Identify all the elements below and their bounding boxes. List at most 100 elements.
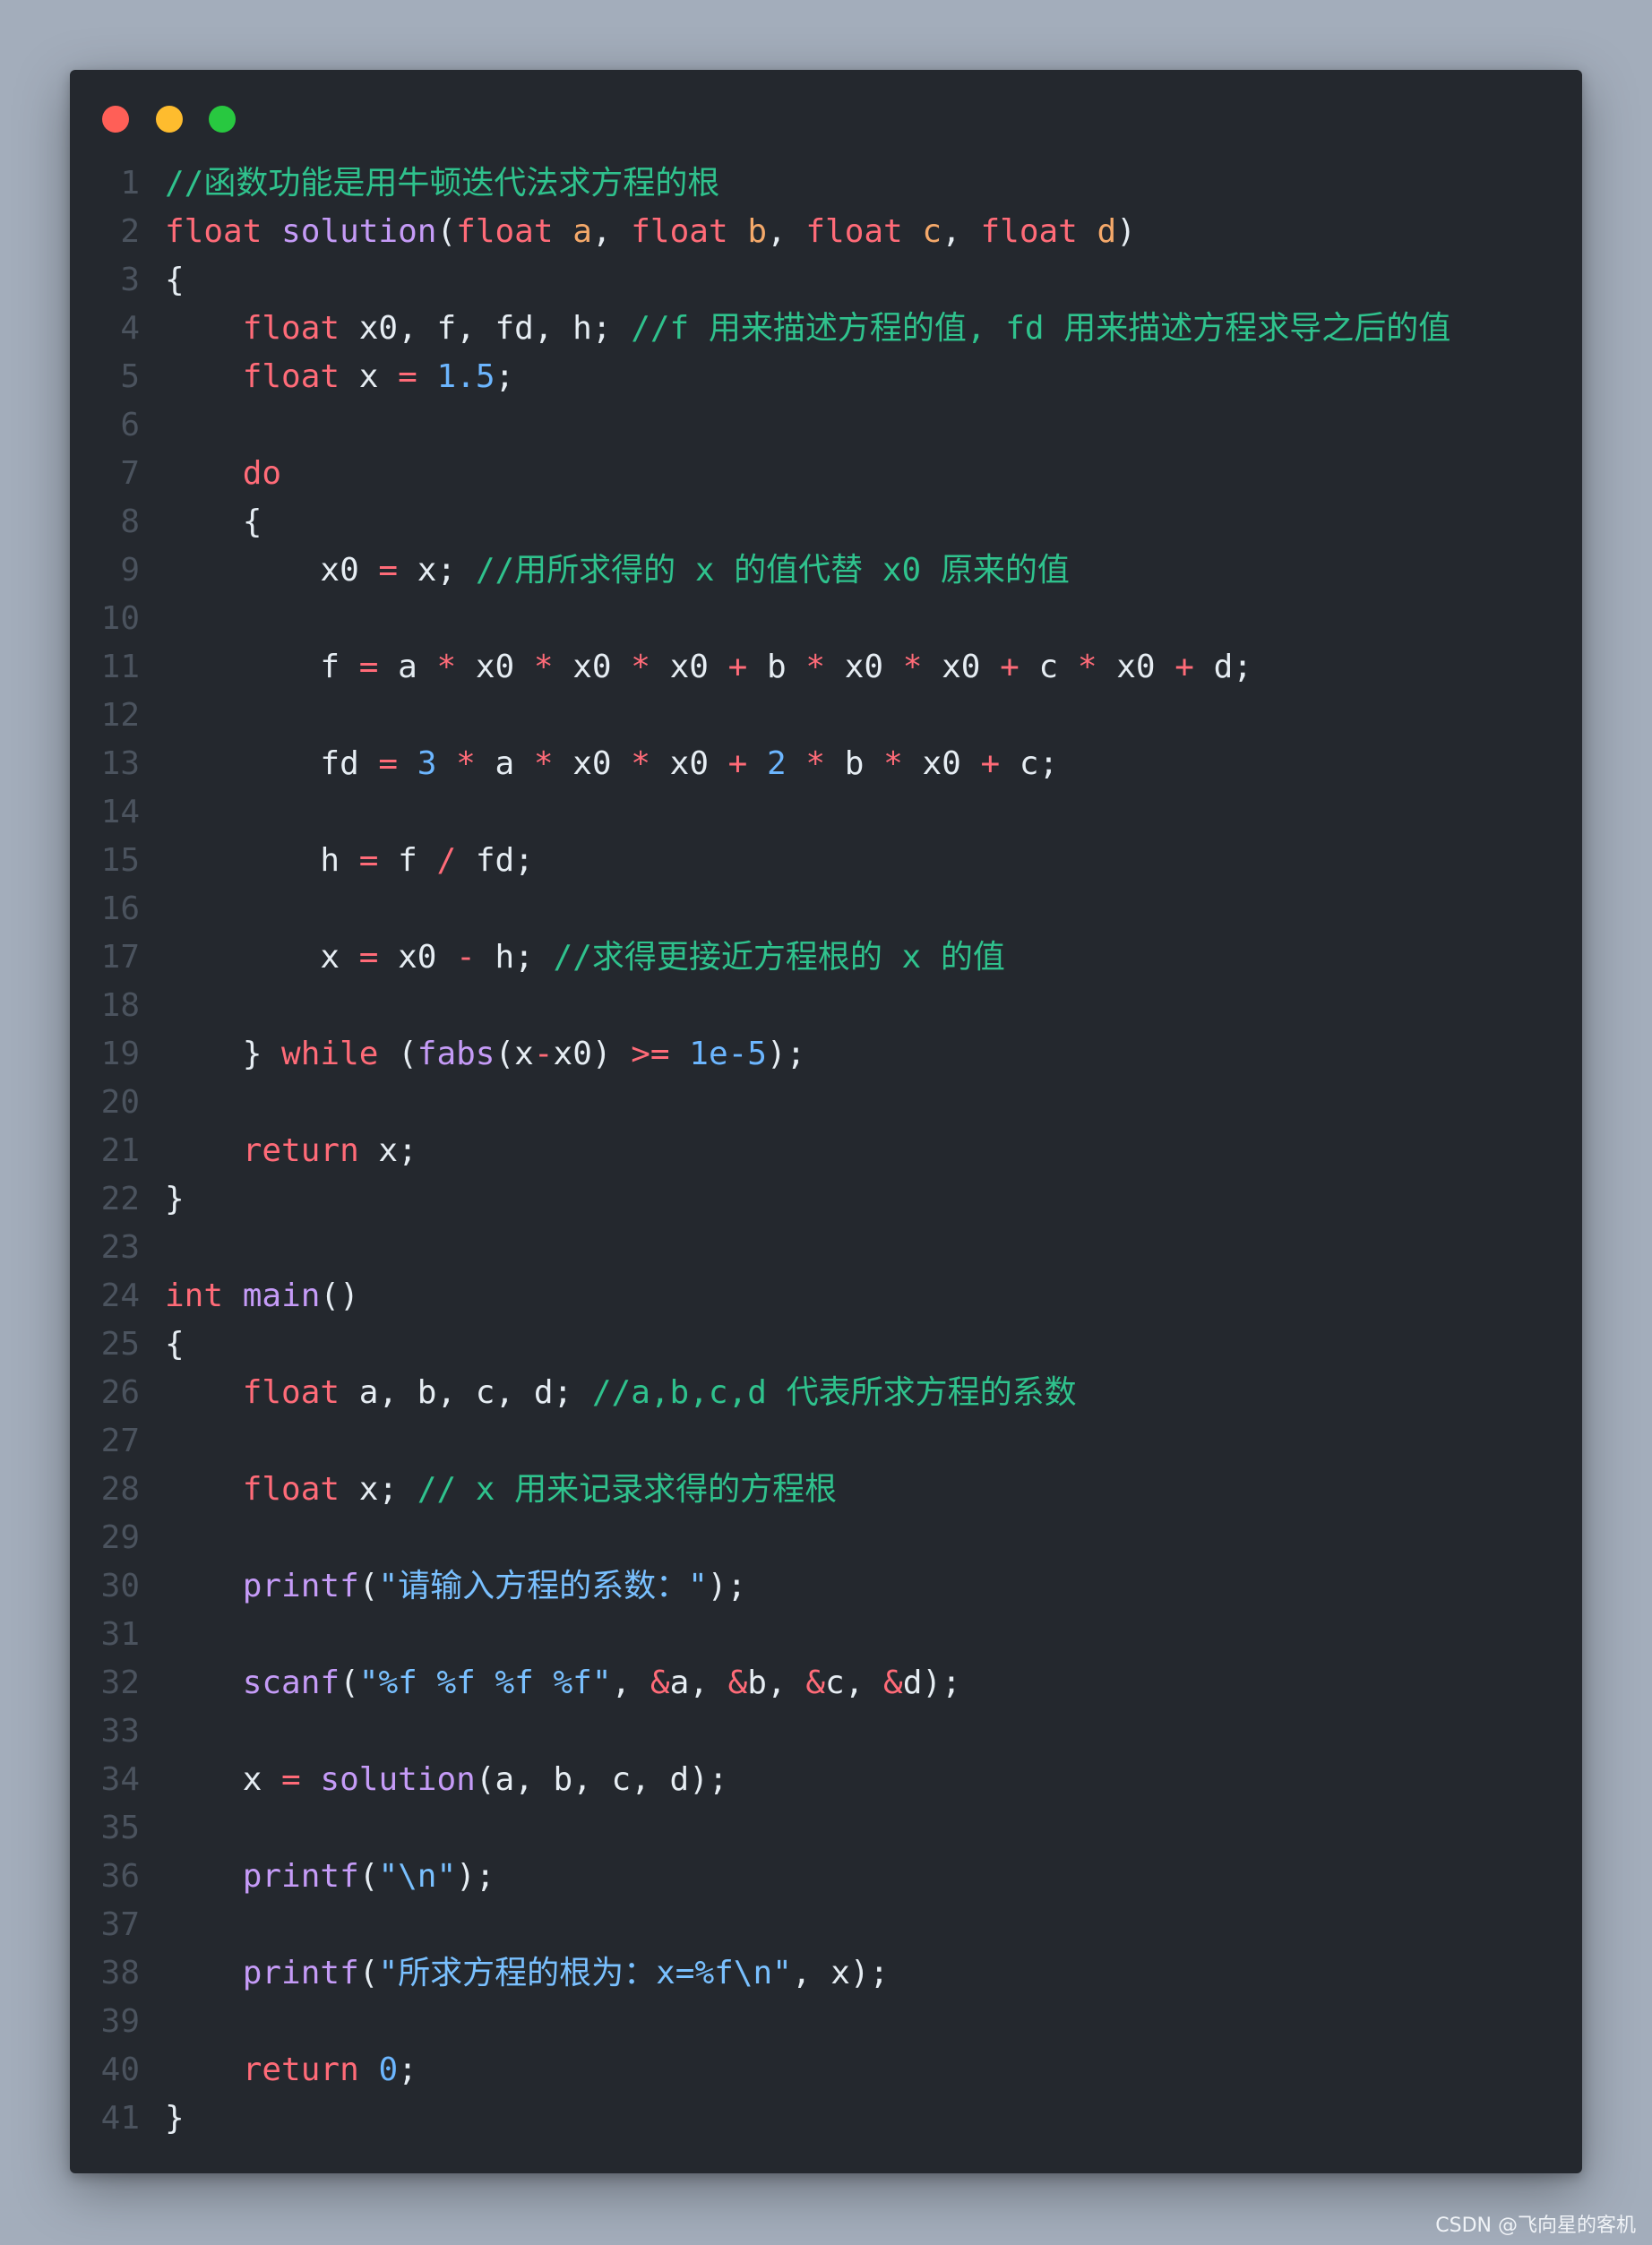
code-line: 36 printf("\n"); <box>70 1853 1582 1901</box>
code-token: x0 <box>553 649 632 685</box>
code-line: 29 <box>70 1514 1582 1562</box>
line-source: printf("请输入方程的系数："); <box>165 1568 746 1604</box>
code-token: * <box>902 649 923 685</box>
code-line: 26 float a, b, c, d; //a,b,c,d 代表所求方程的系数 <box>70 1369 1582 1417</box>
code-line: 14 <box>70 788 1582 837</box>
code-token: 3 <box>417 745 437 782</box>
code-token: scanf <box>242 1664 340 1701</box>
code-token: d); <box>902 1664 961 1701</box>
line-number: 11 <box>100 649 140 685</box>
code-token: >= <box>631 1036 670 1072</box>
code-token: * <box>1077 649 1097 685</box>
code-token: , <box>611 1664 650 1701</box>
code-token: f <box>378 842 437 879</box>
code-line: 34 x = solution(a, b, c, d); <box>70 1756 1582 1804</box>
line-number: 36 <box>100 1858 140 1895</box>
code-token: & <box>650 1664 670 1701</box>
code-token: //求得更接近方程根的 x 的值 <box>553 939 1005 976</box>
code-token: return <box>242 1132 359 1169</box>
code-token: ( <box>378 1036 417 1072</box>
code-token: * <box>533 649 554 685</box>
code-token: { <box>165 503 262 540</box>
code-token: h <box>165 842 359 879</box>
code-token: = <box>358 649 379 685</box>
line-number: 6 <box>120 407 140 443</box>
line-number: 2 <box>120 213 140 250</box>
code-token: x0 <box>553 745 632 782</box>
code-line: 5 float x = 1.5; <box>70 353 1582 401</box>
code-token: ); <box>766 1036 806 1072</box>
code-token: //f 用来描述方程的值, fd 用来描述方程求导之后的值 <box>631 310 1451 347</box>
watermark: CSDN @飞向星的客机 <box>1435 2215 1636 2237</box>
line-source: scanf("%f %f %f %f", &a, &b, &c, &d); <box>165 1664 961 1701</box>
line-source: } while (fabs(x-x0) >= 1e-5); <box>165 1036 806 1072</box>
code-token: float <box>242 310 340 347</box>
line-number: 24 <box>100 1277 140 1314</box>
code-token: //函数功能是用牛顿迭代法求方程的根 <box>165 165 720 202</box>
line-number: 15 <box>100 842 140 879</box>
code-token: , <box>942 213 981 250</box>
close-dot-icon[interactable] <box>102 106 129 133</box>
code-token: "所求方程的根为：x=%f\n" <box>378 1955 792 1991</box>
code-token: x0 <box>165 552 379 589</box>
code-token: x0, f, fd, h; <box>340 310 632 347</box>
code-token: * <box>805 649 826 685</box>
code-token: + <box>727 745 748 782</box>
code-token: x0) <box>553 1036 632 1072</box>
code-line: 15 h = f / fd; <box>70 837 1582 885</box>
code-line: 2 float solution(float a, float b, float … <box>70 208 1582 256</box>
line-source: fd = 3 * a * x0 * x0 + 2 * b * x0 + c; <box>165 745 1058 782</box>
line-source: f = a * x0 * x0 * x0 + b * x0 * x0 + c *… <box>165 649 1252 685</box>
code-token: d; <box>1193 649 1252 685</box>
code-token: printf <box>242 1955 359 1991</box>
code-token: //用所求得的 x 的值代替 x0 原来的值 <box>475 552 1070 589</box>
minimize-dot-icon[interactable] <box>155 106 183 133</box>
code-token: float <box>805 213 903 250</box>
code-token: float <box>242 358 340 395</box>
code-token: float <box>631 213 728 250</box>
code-line: 17 x = x0 - h; //求得更接近方程根的 x 的值 <box>70 933 1582 982</box>
code-token: a <box>572 213 592 250</box>
code-token: x0 <box>650 649 728 685</box>
code-line: 10 <box>70 595 1582 643</box>
line-source: float solution(float a, float b, float c… <box>165 213 1136 250</box>
code-token: * <box>883 745 903 782</box>
code-line: 41} <box>70 2094 1582 2143</box>
line-source: float a, b, c, d; //a,b,c,d 代表所求方程的系数 <box>165 1374 1077 1411</box>
code-line: 27 <box>70 1417 1582 1466</box>
line-source: x0 = x; //用所求得的 x 的值代替 x0 原来的值 <box>165 552 1070 589</box>
code-token: ( <box>358 1858 379 1895</box>
line-number: 10 <box>100 600 140 637</box>
window-controls <box>102 106 254 133</box>
code-line: 33 <box>70 1707 1582 1756</box>
line-number: 33 <box>100 1713 140 1750</box>
code-token: printf <box>242 1568 359 1604</box>
line-number: 14 <box>100 794 140 830</box>
code-token: (a, b, c, d); <box>475 1761 728 1798</box>
line-source: { <box>165 1326 185 1363</box>
maximize-dot-icon[interactable] <box>209 106 237 133</box>
code-token: - <box>533 1036 554 1072</box>
code-token: x0 <box>1097 649 1175 685</box>
code-line: 37 <box>70 1901 1582 1949</box>
code-token: x; <box>340 1471 417 1508</box>
code-line: 7 do <box>70 450 1582 498</box>
code-line: 3{ <box>70 256 1582 305</box>
code-line: 32 scanf("%f %f %f %f", &a, &b, &c, &d); <box>70 1659 1582 1707</box>
line-source: { <box>165 262 185 298</box>
line-source: x = solution(a, b, c, d); <box>165 1761 728 1798</box>
code-token: = <box>378 745 399 782</box>
code-token: a, <box>669 1664 728 1701</box>
code-token: () <box>320 1277 359 1314</box>
code-line: 28 float x; // x 用来记录求得的方程根 <box>70 1466 1582 1514</box>
code-line: 21 return x; <box>70 1127 1582 1175</box>
